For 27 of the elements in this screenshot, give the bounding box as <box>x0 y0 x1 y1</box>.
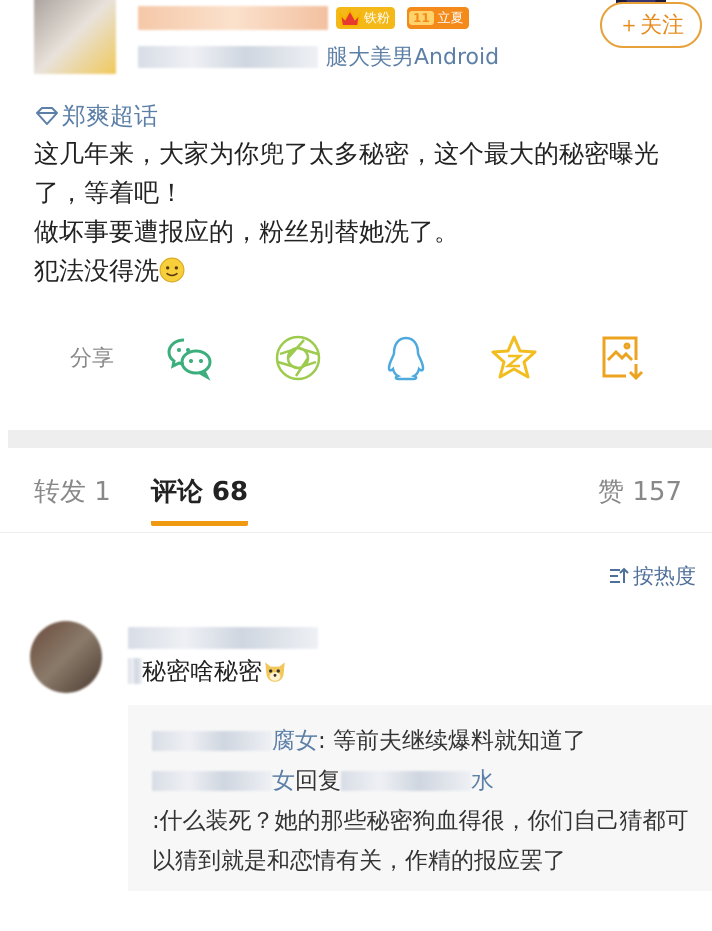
smile-emoji-icon <box>159 257 185 283</box>
post-text: 做坏事要遭报应的，粉丝别替她洗了。 <box>34 216 460 248</box>
tab[interactable]: 评论 68 <box>150 474 248 526</box>
reply-text: : 等前夫继续爆料就知道了 <box>318 727 586 756</box>
post-source: 腿大美男Android <box>326 44 500 72</box>
post-text: 这几年来，大家为你兜了太多秘密，这个最大的秘密曝光了，等着吧！ <box>34 138 660 209</box>
reply-word: 回复 <box>295 767 341 796</box>
reply-author[interactable]: 女 <box>272 761 295 801</box>
reply-text: :什么装死？她的那些秘密狗血得很，你们自己猜都可以猜到就是和恋情有关，作精的报应罢了 <box>152 807 690 876</box>
reply-author[interactable]: 腐女 <box>272 721 318 761</box>
like-count[interactable]: 赞 157 <box>598 474 682 526</box>
topic-link[interactable]: 郑爽超话 <box>0 90 712 132</box>
reply-target[interactable]: 水 <box>471 761 494 801</box>
crown-icon <box>338 8 362 28</box>
follow-button[interactable]: ＋关注 <box>600 2 702 48</box>
diamond-icon <box>34 106 60 126</box>
sort-button[interactable]: 按热度 <box>603 561 702 591</box>
level-badge: 11 立夏 <box>407 7 469 29</box>
comment-text: 秘密啥秘密 <box>142 656 262 687</box>
share-label: 分享 <box>70 345 114 373</box>
blurred-avatar <box>30 621 102 693</box>
tab[interactable]: 转发 1 <box>34 474 111 526</box>
sort-icon <box>609 567 629 585</box>
blurred-text <box>128 658 142 684</box>
fan-badge: 铁粉 <box>336 7 395 29</box>
post-text: 犯法没得洗 <box>34 251 686 290</box>
aperture-icon[interactable] <box>274 334 322 382</box>
